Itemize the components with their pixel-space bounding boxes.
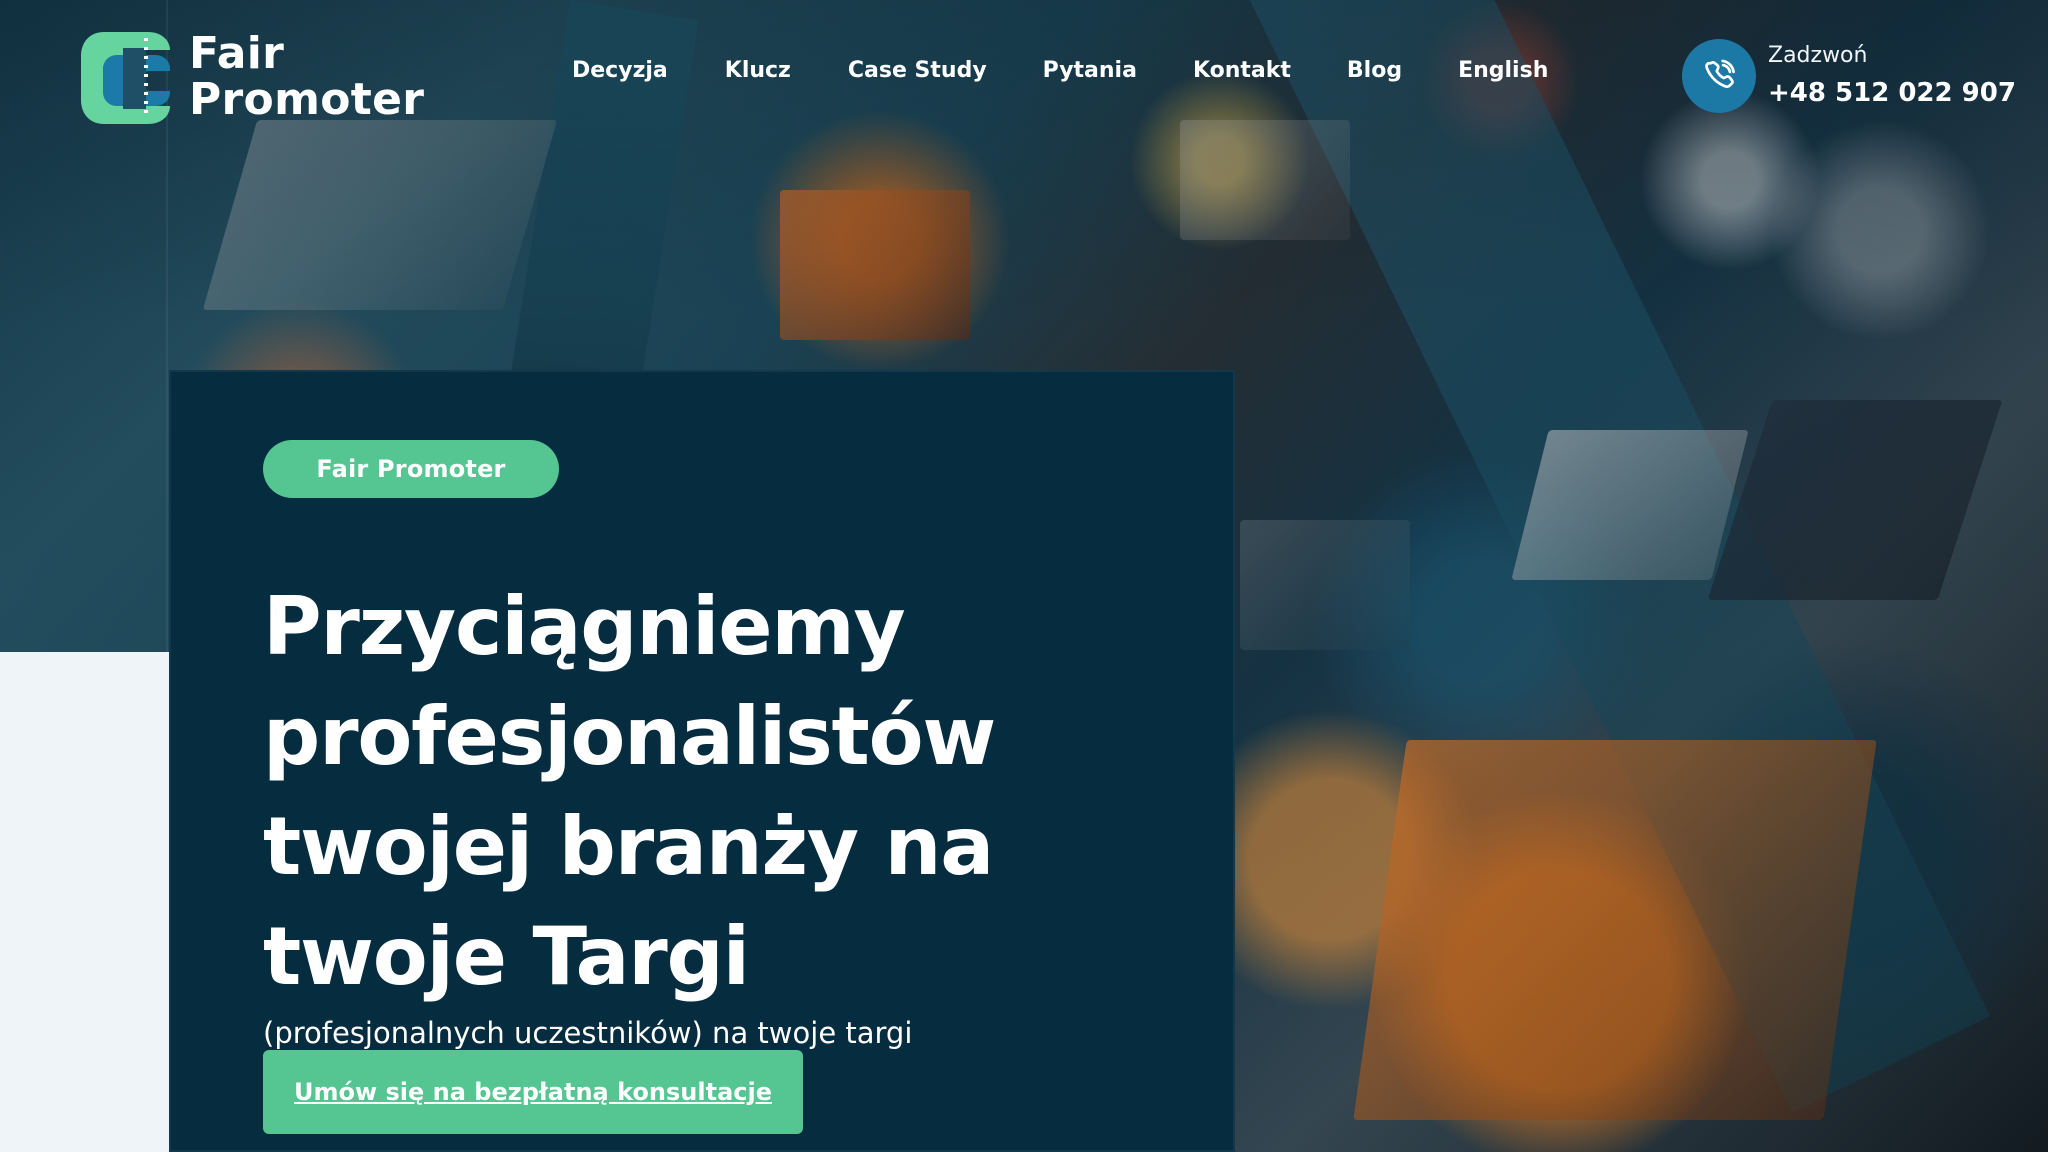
consultation-button[interactable]: Umów się na bezpłatną konsultacje — [263, 1050, 803, 1134]
hero-subtext: (profesjonalnych uczestników) na twoje t… — [263, 1016, 913, 1050]
headline-line-3: twojej branży na — [263, 799, 994, 893]
phone-icon — [1682, 39, 1756, 113]
headline-line-2: profesjonalistów — [263, 689, 996, 783]
nav-pytania[interactable]: Pytania — [1043, 58, 1137, 84]
call-contact[interactable]: Zadzwoń +48 512 022 907 — [1682, 39, 2016, 117]
panel-edge — [166, 0, 168, 1152]
logo-text: Fair Promoter — [189, 32, 424, 122]
brand-badge: Fair Promoter — [263, 440, 559, 498]
site-header: Fair Promoter Decyzja Klucz Case Study P… — [0, 0, 2048, 150]
page-background-strip — [0, 652, 170, 1152]
logo-line-2: Promoter — [189, 74, 425, 125]
hero-content-panel: Fair Promoter Przyciągniemy profesjonali… — [169, 370, 1235, 1152]
phone-number[interactable]: +48 512 022 907 — [1768, 78, 2016, 108]
nav-english[interactable]: English — [1458, 58, 1548, 84]
fair-promoter-logo-icon — [81, 32, 170, 124]
nav-case-study[interactable]: Case Study — [848, 58, 987, 84]
fair-promoter-logo[interactable]: Fair Promoter — [76, 24, 436, 134]
nav-blog[interactable]: Blog — [1347, 58, 1402, 84]
headline-line-1: Przyciągniemy — [263, 579, 906, 673]
call-label: Zadzwoń — [1768, 43, 1868, 68]
nav-klucz[interactable]: Klucz — [725, 58, 791, 84]
nav-decyzja[interactable]: Decyzja — [572, 58, 668, 84]
hero-headline: Przyciągniemy profesjonalistów twojej br… — [263, 572, 1123, 1012]
main-navigation: Decyzja Klucz Case Study Pytania Kontakt… — [556, 58, 1548, 84]
headline-line-4: twoje Targi — [263, 909, 750, 1003]
logo-line-1: Fair — [189, 28, 285, 79]
nav-kontakt[interactable]: Kontakt — [1193, 58, 1291, 84]
